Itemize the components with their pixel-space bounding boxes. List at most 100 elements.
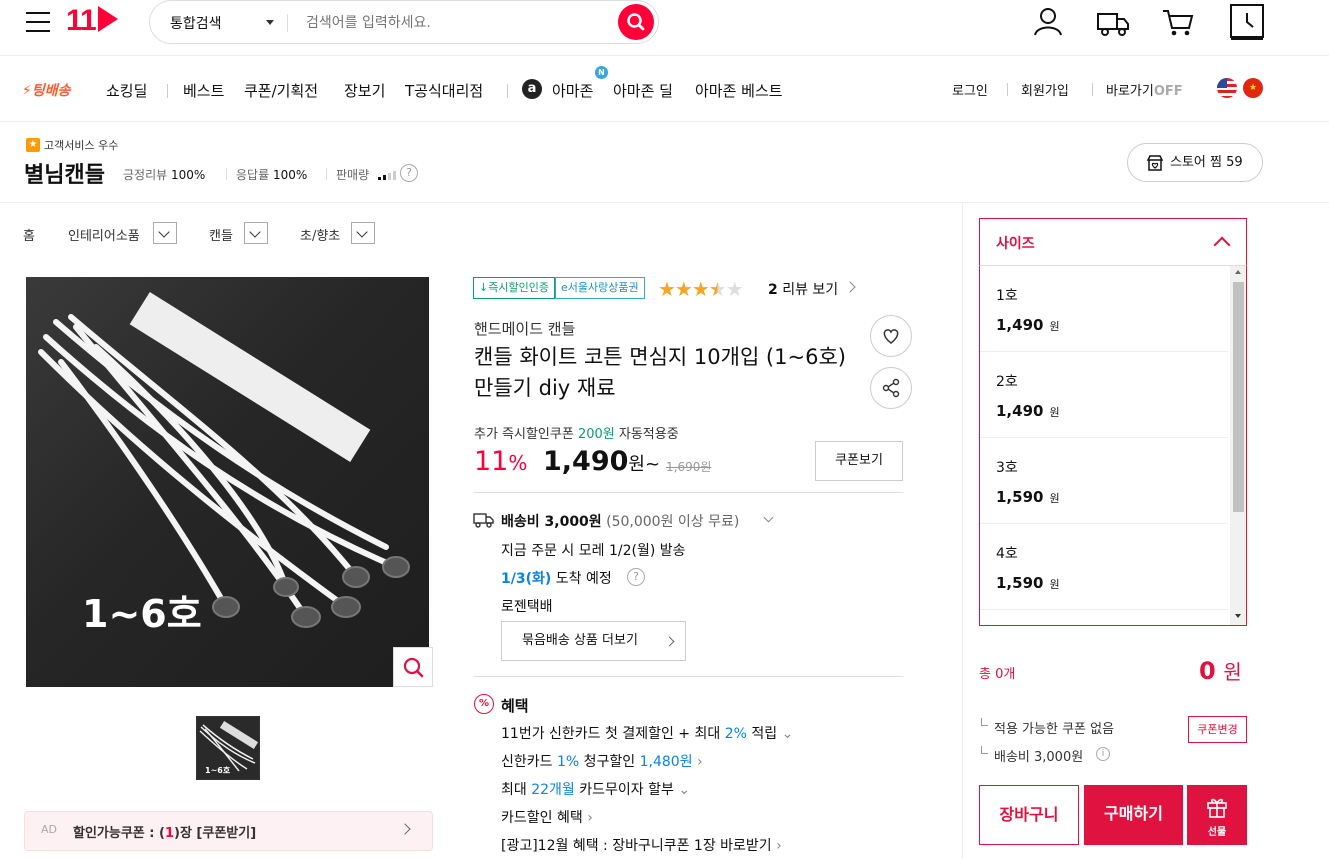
breadcrumb-home[interactable]: 홈 bbox=[23, 225, 35, 244]
size-option-header[interactable]: 사이즈 bbox=[979, 218, 1247, 266]
shortcut-toggle[interactable]: 바로가기OFF bbox=[1106, 80, 1183, 99]
search-bar: 통합검색 bbox=[149, 0, 659, 44]
ad-label: AD bbox=[41, 823, 57, 836]
benefit-card-discount[interactable]: 카드할인 혜택 › bbox=[501, 807, 593, 827]
china-flag-icon[interactable]: ★ bbox=[1243, 78, 1263, 98]
chevron-right-icon bbox=[664, 636, 675, 647]
search-input[interactable] bbox=[306, 11, 606, 35]
divider bbox=[474, 676, 903, 677]
nav-grocery[interactable]: 장보기 bbox=[344, 80, 385, 101]
service-badge: 고객서비스 우수 bbox=[44, 139, 119, 152]
positive-review-stat: 긍정리뷰 100% bbox=[123, 168, 206, 182]
divider bbox=[507, 84, 508, 98]
user-icon[interactable] bbox=[1030, 4, 1066, 40]
nav-amazon[interactable]: 아마존 bbox=[552, 80, 593, 101]
view-coupon-button[interactable]: 쿠폰보기 bbox=[815, 441, 903, 481]
scrollbar-thumb[interactable] bbox=[1233, 282, 1244, 512]
wishlist-button[interactable] bbox=[870, 315, 912, 357]
benefit-installment[interactable]: 최대 22개월 카드무이자 할부 ⌄ bbox=[501, 779, 690, 799]
divider bbox=[962, 203, 963, 859]
bundle-shipping-button[interactable]: 묶음배송 상품 더보기 bbox=[501, 621, 686, 661]
signup-link[interactable]: 회원가입 bbox=[1021, 80, 1069, 99]
gift-icon bbox=[1207, 798, 1227, 818]
review-link[interactable]: 2 리뷰 보기 bbox=[768, 279, 838, 299]
coupon-status: 적용 가능한 쿠폰 없음 bbox=[994, 722, 1115, 737]
tree-line-icon bbox=[981, 718, 988, 726]
divider bbox=[474, 492, 903, 493]
nav-t-store[interactable]: T공식대리점 bbox=[405, 80, 483, 101]
zoom-button[interactable] bbox=[393, 647, 433, 687]
gift-button[interactable]: 선물 bbox=[1187, 785, 1247, 845]
thumbnail-size-label: 1~6호 bbox=[205, 765, 231, 775]
delivery-truck-icon[interactable] bbox=[1095, 4, 1131, 40]
login-link[interactable]: 로그인 bbox=[952, 80, 988, 99]
scroll-up-icon[interactable] bbox=[1235, 270, 1241, 274]
change-coupon-button[interactable]: 쿠폰변경 bbox=[1188, 716, 1247, 743]
nav-shocking-deal[interactable]: 쇼킹딜 bbox=[106, 80, 147, 101]
us-flag-icon[interactable] bbox=[1217, 78, 1237, 98]
product-thumbnail[interactable]: 1~6호 bbox=[196, 716, 260, 780]
nav-best[interactable]: 베스트 bbox=[183, 80, 224, 101]
tree-line-icon bbox=[981, 746, 988, 754]
ad-text: 할인가능쿠폰 : (1)장 [쿠폰받기] bbox=[73, 826, 257, 841]
nav-coupon-event[interactable]: 쿠폰/기획전 bbox=[244, 80, 318, 101]
divider bbox=[226, 168, 227, 180]
divider bbox=[1007, 83, 1008, 96]
menu-icon[interactable] bbox=[26, 12, 50, 32]
benefit-ad-cart-coupon[interactable]: [광고]12월 혜택 : 장바구니쿠폰 1장 바로받기 › bbox=[501, 835, 782, 855]
size-option[interactable]: 2호 1,490 원 bbox=[980, 352, 1228, 438]
new-badge: N bbox=[595, 66, 608, 79]
image-size-label: 1~6호 bbox=[82, 592, 202, 636]
breadcrumb-dropdown[interactable] bbox=[351, 222, 375, 244]
recent-view-icon[interactable] bbox=[1228, 3, 1266, 41]
help-icon[interactable]: ? bbox=[400, 164, 418, 182]
chevron-down-icon[interactable] bbox=[266, 20, 274, 25]
logo[interactable]: 11 bbox=[66, 4, 118, 38]
breadcrumb-scented-candle[interactable]: 초/향초 bbox=[300, 225, 340, 244]
add-to-cart-button[interactable]: 장바구니 bbox=[979, 785, 1079, 845]
seller-bar: ★ 고객서비스 우수 별님캔들 긍정리뷰 100% 응답률 100% 판매량 ?… bbox=[0, 123, 1329, 203]
original-price: 1,690원 bbox=[666, 460, 712, 474]
main-nav: ⚡팅배송 쇼킹딜 베스트 쿠폰/기획전 장보기 T공식대리점 a 아마존 N 아… bbox=[0, 56, 1329, 122]
total-price: 0 원 bbox=[1199, 657, 1242, 685]
size-option[interactable]: 1호 1,490 원 bbox=[980, 266, 1228, 352]
star-badge-icon: ★ bbox=[26, 138, 40, 152]
instant-discount-tag: ↓즉시할인인증 bbox=[473, 277, 555, 299]
search-icon bbox=[627, 13, 645, 31]
courier-name: 로젠택배 bbox=[501, 599, 553, 615]
breadcrumb-candle[interactable]: 캔들 bbox=[209, 225, 233, 244]
nav-amazon-deal[interactable]: 아마존 딜 bbox=[613, 80, 673, 101]
help-icon[interactable]: ? bbox=[627, 568, 645, 586]
shipping-fee[interactable]: 배송비 3,000원 (50,000원 이상 무료) bbox=[501, 511, 739, 531]
seller-name[interactable]: 별님캔들 bbox=[24, 157, 105, 189]
thumbnail-photo: 1~6호 bbox=[199, 721, 259, 775]
breadcrumb-dropdown[interactable] bbox=[153, 222, 177, 244]
search-button[interactable] bbox=[618, 4, 654, 40]
gift-label: 선물 bbox=[1207, 827, 1227, 838]
chevron-down-icon[interactable] bbox=[763, 512, 774, 523]
ad-coupon-banner[interactable]: AD 할인가능쿠폰 : (1)장 [쿠폰받기] bbox=[24, 811, 433, 851]
breadcrumb-dropdown[interactable] bbox=[244, 222, 268, 244]
info-icon[interactable]: i bbox=[1096, 747, 1110, 761]
discount-rate: 11% bbox=[474, 446, 528, 477]
product-image[interactable]: 1~6호 bbox=[26, 277, 429, 687]
scroll-down-icon[interactable] bbox=[1235, 614, 1241, 618]
cart-icon[interactable] bbox=[1160, 4, 1196, 40]
nav-amazon-best[interactable]: 아마존 베스트 bbox=[695, 80, 783, 101]
size-option[interactable]: 4호 1,590 원 bbox=[980, 524, 1228, 610]
share-button[interactable] bbox=[870, 367, 912, 409]
store-like-button[interactable]: 스토어 찜 59 bbox=[1127, 143, 1263, 182]
auto-coupon-info: 추가 즉시할인쿠폰 200원 자동적용중 bbox=[474, 427, 679, 442]
search-scope-select[interactable]: 통합검색 bbox=[170, 13, 222, 33]
shipping-fee-summary: 배송비 3,000원 bbox=[994, 750, 1084, 765]
ting-delivery-link[interactable]: ⚡팅배송 bbox=[22, 80, 70, 100]
buy-now-button[interactable]: 구매하기 bbox=[1084, 785, 1183, 845]
delivery-truck-icon bbox=[473, 513, 494, 528]
benefit-shinhan-first[interactable]: 11번가 신한카드 첫 결제할인 + 최대 2% 적립 ⌄ bbox=[501, 723, 793, 743]
size-option[interactable]: 3호 1,590 원 bbox=[980, 438, 1228, 524]
divider bbox=[1092, 83, 1093, 96]
product-category[interactable]: 핸드메이드 캔들 bbox=[474, 318, 575, 339]
sales-level-icon bbox=[378, 171, 396, 180]
breadcrumb-interior[interactable]: 인테리어소품 bbox=[68, 225, 140, 244]
benefit-shinhan-billing[interactable]: 신한카드 1% 청구할인 1,480원 › bbox=[501, 751, 703, 771]
